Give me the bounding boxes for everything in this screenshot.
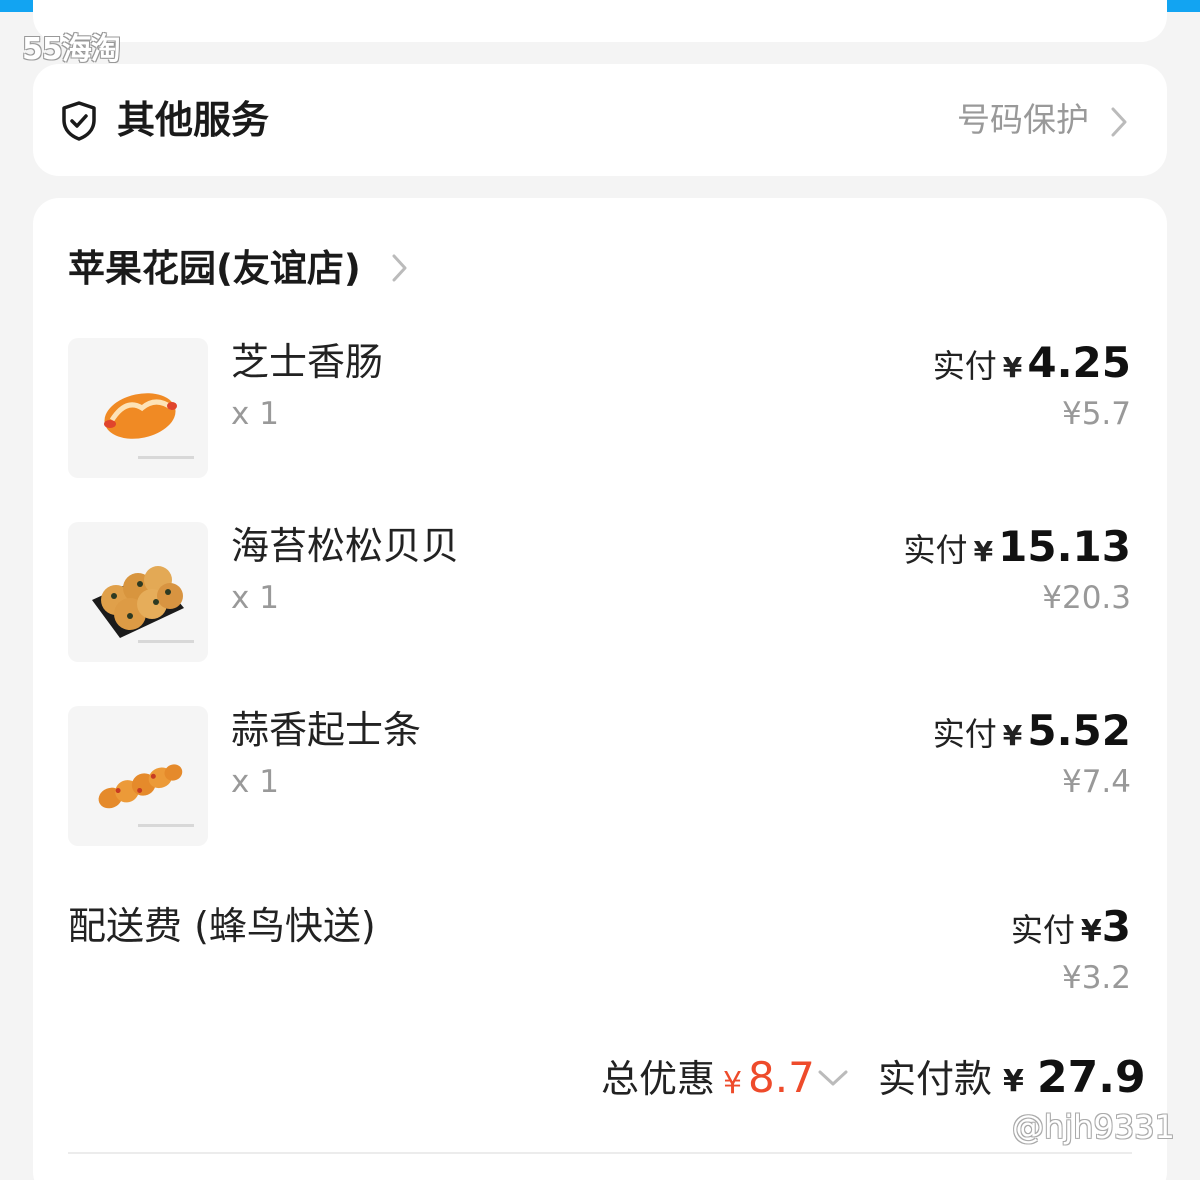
other-services-card[interactable]: 其他服务 号码保护 bbox=[33, 64, 1167, 176]
item-paid-price: 实付 ¥ 15.13 bbox=[904, 522, 1131, 571]
order-item[interactable]: 海苔松松贝贝 x 1 实付 ¥ 15.13 ¥20.3 bbox=[33, 522, 1167, 662]
order-item[interactable]: 蒜香起士条 x 1 实付 ¥ 5.52 ¥7.4 bbox=[33, 706, 1167, 846]
item-name: 蒜香起士条 bbox=[231, 708, 422, 752]
item-quantity: x 1 bbox=[231, 764, 279, 800]
paid-label: 实付 bbox=[1010, 911, 1075, 949]
product-image-cheese-sausage bbox=[68, 338, 208, 478]
paid-label: 实付 bbox=[932, 715, 997, 753]
discount-currency: ¥ bbox=[723, 1066, 743, 1101]
chevron-down-icon[interactable] bbox=[817, 1068, 849, 1088]
item-original-price: ¥20.3 bbox=[1042, 580, 1131, 616]
item-original-price: ¥5.7 bbox=[1061, 396, 1131, 432]
delivery-original-price: ¥3.2 bbox=[1061, 960, 1131, 996]
item-paid-price: 实付 ¥ 5.52 bbox=[933, 706, 1131, 755]
store-name-link[interactable]: 苹果花园(友谊店) bbox=[68, 244, 361, 294]
previous-card-edge bbox=[33, 0, 1167, 42]
currency-symbol: ¥ bbox=[973, 535, 994, 568]
divider bbox=[68, 1152, 1132, 1154]
paid-amount: 15.13 bbox=[998, 522, 1131, 571]
total-discount-amount[interactable]: 8.7 bbox=[748, 1052, 815, 1104]
order-card: 苹果花园(友谊店) 芝士香肠 x 1 实付 ¥ 4.25 ¥5.7 海苔松松贝贝… bbox=[33, 198, 1167, 1180]
item-original-price: ¥7.4 bbox=[1061, 764, 1131, 800]
amount-paid-label: 实付款 bbox=[878, 1057, 993, 1101]
total-discount-label: 总优惠 bbox=[601, 1057, 716, 1101]
paid-amount: 4.25 bbox=[1027, 338, 1131, 387]
watermark-bottom: @hjh9331 bbox=[1012, 1108, 1175, 1146]
currency-symbol: ¥ bbox=[1080, 914, 1102, 949]
item-paid-price: 实付 ¥ 4.25 bbox=[933, 338, 1131, 387]
order-item[interactable]: 芝士香肠 x 1 实付 ¥ 4.25 ¥5.7 bbox=[33, 338, 1167, 478]
currency-symbol: ¥ bbox=[1002, 719, 1023, 752]
paid-amount: 5.52 bbox=[1027, 706, 1131, 755]
product-image-seaweed-buns bbox=[68, 522, 208, 662]
chevron-right-icon bbox=[1111, 107, 1127, 137]
order-totals: 总优惠 ¥ 8.7 实付款 ¥ 27.9 bbox=[33, 1050, 1167, 1110]
item-name: 芝士香肠 bbox=[231, 340, 384, 384]
product-image-garlic-cheese-stick bbox=[68, 706, 208, 846]
item-quantity: x 1 bbox=[231, 396, 279, 432]
paid-amount: 3 bbox=[1101, 902, 1131, 951]
paid-label: 实付 bbox=[932, 347, 997, 385]
item-quantity: x 1 bbox=[231, 580, 279, 616]
delivery-fee-label: 配送费 (蜂鸟快送) bbox=[68, 904, 376, 948]
currency-symbol: ¥ bbox=[1002, 351, 1023, 384]
shield-check-icon bbox=[62, 101, 96, 141]
item-name: 海苔松松贝贝 bbox=[231, 524, 460, 568]
watermark-top: 55海淘 bbox=[22, 32, 121, 67]
number-protection-link[interactable]: 号码保护 bbox=[957, 99, 1089, 141]
paid-label: 实付 bbox=[903, 531, 968, 569]
other-services-title: 其他服务 bbox=[117, 98, 270, 142]
pay-currency: ¥ bbox=[1003, 1064, 1024, 1099]
delivery-paid-price: 实付 ¥3 bbox=[1011, 902, 1131, 951]
chevron-right-icon[interactable] bbox=[391, 253, 409, 283]
amount-paid-value: 27.9 bbox=[1037, 1052, 1146, 1103]
